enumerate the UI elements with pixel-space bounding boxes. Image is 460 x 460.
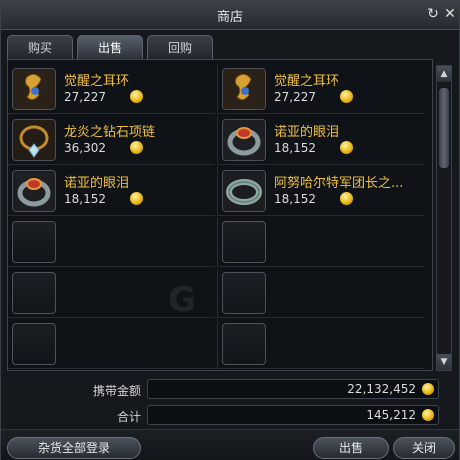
item-price: 18,152 [274,192,316,206]
total-field: 145,212 [147,405,439,425]
ring-icon [222,119,266,161]
register-all-button[interactable]: 杂货全部登录 [7,437,141,459]
item-name: 诺亚的眼泪 [274,125,340,140]
tab-buy[interactable]: 购买 [7,35,73,59]
carry-amount-field: 22,132,452 [147,379,439,399]
item-list: G 觉醒之耳环 27,227 觉醒之耳环 27,227 龙炎之钻石项链 36,3… [7,59,433,371]
empty-slot[interactable] [217,319,424,369]
list-item[interactable]: 觉醒之耳环 27,227 [8,64,215,114]
carry-amount-label: 携带金额 [92,384,141,398]
item-name: 觉醒之耳环 [274,74,340,89]
item-price: 27,227 [274,90,316,104]
earring-icon [12,68,56,110]
coin-icon [340,192,353,205]
list-item[interactable]: 龙炎之钻石项链 36,302 [8,115,215,165]
carry-amount-value: 22,132,452 [347,382,416,396]
empty-slot[interactable] [217,217,424,267]
empty-slot-icon [222,323,266,365]
empty-slot[interactable] [8,319,215,369]
ring-icon [222,170,266,212]
coin-icon [340,90,353,103]
scroll-down-icon[interactable]: ▼ [437,354,451,370]
earring-icon [222,68,266,110]
empty-slot-icon [222,272,266,314]
tab-sell[interactable]: 出售 [77,35,143,59]
item-price: 18,152 [274,141,316,155]
empty-slot[interactable] [8,268,215,318]
necklace-icon [12,119,56,161]
item-price: 27,227 [64,90,106,104]
empty-slot[interactable] [217,268,424,318]
list-item[interactable]: 诺亚的眼泪 18,152 [217,115,424,165]
close-icon[interactable]: ✕ [442,6,458,22]
coin-icon [340,141,353,154]
close-button[interactable]: 关闭 [393,437,455,459]
title-bar[interactable]: 商店 ↻ ✕ [1,1,459,30]
total-label: 合计 [116,410,141,424]
coin-icon [130,141,143,154]
total-value: 145,212 [366,408,416,422]
window-title: 商店 [216,10,243,25]
ring-icon [12,170,56,212]
empty-slot-icon [12,221,56,263]
list-item[interactable]: 阿努哈尔特军团长之... 18,152 [217,166,424,216]
scrollbar[interactable]: ▲ ▼ [436,65,452,371]
scroll-thumb[interactable] [439,88,449,168]
sell-button[interactable]: 出售 [313,437,389,459]
item-name: 诺亚的眼泪 [64,176,130,191]
empty-slot[interactable] [8,217,215,267]
empty-slot-icon [222,221,266,263]
item-name: 阿努哈尔特军团长之... [274,176,404,191]
empty-slot-icon [12,323,56,365]
coin-icon [130,192,143,205]
coin-icon [422,409,434,421]
item-price: 18,152 [64,192,106,206]
list-item[interactable]: 诺亚的眼泪 18,152 [8,166,215,216]
reset-icon[interactable]: ↻ [425,6,441,22]
tab-buyback[interactable]: 回购 [147,35,213,59]
coin-icon [130,90,143,103]
item-name: 龙炎之钻石项链 [64,125,156,140]
scroll-up-icon[interactable]: ▲ [437,66,451,82]
item-price: 36,302 [64,141,106,155]
list-item[interactable]: 觉醒之耳环 27,227 [217,64,424,114]
empty-slot-icon [12,272,56,314]
coin-icon [422,383,434,395]
shop-window: 商店 ↻ ✕ 购买 出售 回购 G 觉醒之耳环 27,227 觉醒之耳环 27,… [0,0,460,460]
item-name: 觉醒之耳环 [64,74,130,89]
